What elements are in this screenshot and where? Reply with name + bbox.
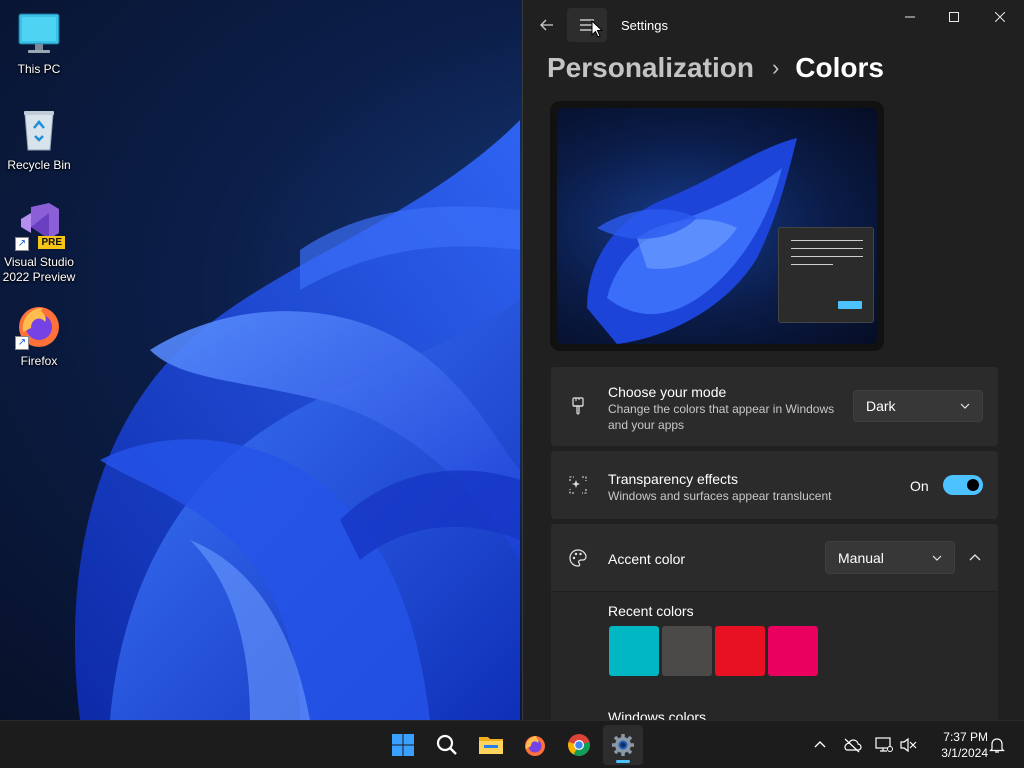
maximize-button[interactable]: [931, 0, 977, 34]
search-button[interactable]: [427, 725, 467, 765]
desktop-icon-label: Visual Studio 2022 Preview: [2, 255, 76, 284]
recent-color-swatch[interactable]: [768, 626, 818, 676]
network-ethernet-icon: [875, 737, 893, 752]
accent-color-panel: Recent colors Windows colors: [551, 592, 998, 720]
recent-colors-title: Recent colors: [608, 603, 694, 619]
settings-taskbar-button[interactable]: [603, 725, 643, 765]
title-bar: Settings: [523, 0, 1024, 50]
paintbrush-icon: [568, 396, 588, 416]
show-hidden-icons-button[interactable]: [808, 733, 832, 757]
transparency-state-label: On: [910, 478, 929, 494]
taskbar-clock[interactable]: 7:37 PM 3/1/2024: [924, 729, 988, 761]
navigation-menu-button[interactable]: [567, 8, 607, 42]
windows-logo-icon: [392, 734, 414, 756]
preview-mini-window: [778, 227, 874, 323]
desktop-icon-label: Firefox: [20, 354, 58, 368]
back-arrow-icon: [540, 19, 553, 31]
firefox-icon: [525, 736, 545, 756]
close-button[interactable]: [977, 0, 1023, 34]
settings-window: Settings Personalization › Colors Choose…: [522, 0, 1024, 720]
shortcut-arrow-icon: ↗: [15, 336, 29, 350]
desktop-icon-label: Recycle Bin: [7, 158, 71, 172]
desktop-icon-this-pc[interactable]: This PC: [0, 10, 78, 77]
clock-time: 7:37 PM: [943, 730, 988, 744]
breadcrumb-separator: ›: [771, 55, 780, 80]
palette-icon: [568, 548, 588, 568]
active-app-indicator: [616, 760, 630, 763]
preview-accent-button: [838, 301, 862, 309]
mouse-cursor-icon: [591, 20, 603, 38]
recent-color-swatch[interactable]: [609, 626, 659, 676]
transparency-toggle[interactable]: [943, 475, 983, 495]
accent-color-dropdown[interactable]: Manual: [825, 541, 955, 574]
theme-preview: [550, 101, 884, 351]
windows-colors-title: Windows colors: [608, 709, 707, 720]
back-button[interactable]: [527, 8, 567, 42]
search-icon: [436, 734, 457, 755]
cloud-offline-icon: [844, 738, 862, 753]
visual-studio-icon: PRE ↗: [15, 203, 65, 251]
start-button[interactable]: [383, 725, 423, 765]
mode-dropdown[interactable]: Dark: [853, 390, 983, 422]
choose-mode-description: Change the colors that appear in Windows…: [608, 402, 835, 432]
choose-mode-card: Choose your mode Change the colors that …: [551, 367, 998, 446]
chevron-up-icon: [969, 554, 981, 561]
volume-tray-button[interactable]: [896, 733, 920, 757]
window-title: Settings: [621, 18, 668, 33]
desktop-icon-visual-studio[interactable]: PRE ↗ Visual Studio 2022 Preview: [0, 203, 78, 285]
monitor-icon: [15, 10, 63, 58]
desktop-icon-recycle-bin[interactable]: Recycle Bin: [0, 106, 78, 173]
shortcut-arrow-icon: ↗: [15, 237, 29, 251]
preview-badge: PRE: [38, 236, 65, 249]
page-title: Colors: [795, 52, 884, 83]
notifications-button[interactable]: [985, 733, 1009, 757]
desktop-icon-label: This PC: [17, 62, 61, 76]
firefox-taskbar-button[interactable]: [515, 725, 555, 765]
file-explorer-button[interactable]: [471, 725, 511, 765]
clock-date: 3/1/2024: [941, 746, 988, 760]
desktop-icon-firefox[interactable]: ↗ Firefox: [0, 302, 78, 369]
volume-muted-icon: [900, 737, 917, 753]
bell-icon: [989, 738, 1005, 753]
recent-color-swatch[interactable]: [715, 626, 765, 676]
network-tray-button[interactable]: [872, 733, 896, 757]
chrome-icon: [568, 734, 590, 756]
onedrive-tray-button[interactable]: [840, 733, 864, 757]
transparency-sparkle-icon: [568, 475, 588, 495]
transparency-title: Transparency effects: [608, 471, 738, 487]
chrome-taskbar-button[interactable]: [559, 725, 599, 765]
chevron-down-icon: [960, 403, 970, 409]
collapse-accent-button[interactable]: [959, 542, 991, 574]
transparency-card: Transparency effects Windows and surface…: [551, 451, 998, 519]
mode-dropdown-value: Dark: [866, 398, 896, 414]
close-icon: [995, 12, 1005, 22]
recycle-bin-icon: [15, 106, 63, 154]
preview-wallpaper: [557, 108, 877, 344]
minimize-button[interactable]: [887, 0, 933, 34]
accent-color-card: Accent color Manual: [551, 524, 998, 591]
toggle-knob: [967, 479, 979, 491]
accent-dropdown-value: Manual: [838, 549, 884, 566]
chevron-down-icon: [932, 555, 942, 561]
breadcrumb-personalization[interactable]: Personalization: [547, 52, 754, 84]
maximize-icon: [949, 12, 959, 22]
breadcrumb: Personalization › Colors: [547, 48, 884, 88]
gear-icon: [612, 734, 634, 756]
chevron-up-icon: [814, 741, 826, 748]
choose-mode-title: Choose your mode: [608, 384, 727, 400]
taskbar: 7:37 PM 3/1/2024: [0, 720, 1024, 768]
accent-color-title: Accent color: [608, 551, 686, 567]
folder-icon: [479, 737, 503, 754]
firefox-icon: ↗: [15, 302, 63, 350]
transparency-description: Windows and surfaces appear translucent: [608, 489, 832, 503]
recent-color-swatch[interactable]: [662, 626, 712, 676]
minimize-icon: [905, 16, 915, 18]
